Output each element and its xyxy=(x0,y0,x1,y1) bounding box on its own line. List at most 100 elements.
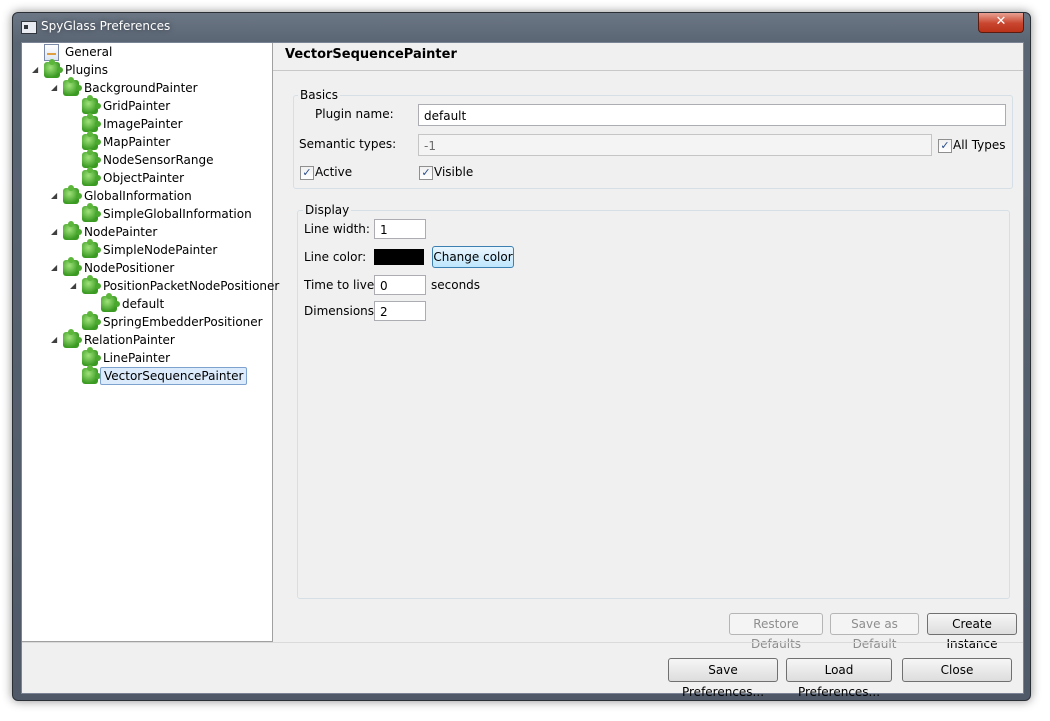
tree-item-label: SimpleGlobalInformation xyxy=(103,207,252,221)
puzzle-icon xyxy=(82,113,101,132)
tree-item[interactable]: SimpleNodePainter xyxy=(22,239,271,259)
ttl-field[interactable]: 0 xyxy=(374,275,426,295)
expand-arrow-icon[interactable]: ◢ xyxy=(70,277,78,295)
dimensions-field[interactable]: 2 xyxy=(374,301,426,321)
ttl-label: Time to live: xyxy=(304,278,379,292)
puzzle-icon xyxy=(82,203,101,222)
visible-checkbox[interactable]: ✓ xyxy=(419,166,433,180)
change-color-button[interactable]: Change color xyxy=(432,246,514,268)
tree-item-label: SpringEmbedderPositioner xyxy=(103,315,263,329)
tree-item[interactable]: SpringEmbedderPositioner xyxy=(22,311,271,331)
puzzle-icon xyxy=(63,329,82,348)
puzzle-icon xyxy=(101,293,120,312)
display-legend: Display xyxy=(303,203,352,217)
window-client-area: General ◢ Plugins ◢ BackgroundPainter GridPai… xyxy=(21,42,1024,699)
dimensions-label: Dimensions: xyxy=(304,304,379,318)
puzzle-icon xyxy=(82,275,101,294)
create-instance-button[interactable]: Create Instance xyxy=(927,613,1017,651)
tree-item[interactable]: VectorSequencePainter xyxy=(22,365,271,385)
tree-item-label: PositionPacketNodePositioner xyxy=(103,279,280,293)
all-types-checkbox[interactable]: ✓ xyxy=(938,139,952,153)
app-icon xyxy=(21,21,37,34)
tree-item-label: default xyxy=(122,297,165,311)
plugin-tree: General ◢ Plugins ◢ BackgroundPainter GridPai… xyxy=(22,43,279,642)
tree-item-label: ObjectPainter xyxy=(103,171,185,185)
expand-arrow-icon[interactable]: ◢ xyxy=(32,61,40,79)
puzzle-icon xyxy=(82,239,101,258)
puzzle-icon xyxy=(44,59,63,78)
plugin-name-label: Plugin name: xyxy=(315,107,394,121)
title-bar[interactable]: SpyGlass Preferences ✕ xyxy=(13,13,1030,42)
tree-item-label: ImagePainter xyxy=(103,117,183,131)
line-width-label: Line width: xyxy=(304,222,370,236)
tree-item[interactable]: ◢ NodePainter xyxy=(22,221,271,241)
tree-item-label: NodePainter xyxy=(84,225,158,239)
expand-arrow-icon[interactable]: ◢ xyxy=(51,187,59,205)
restore-defaults-button[interactable]: Restore Defaults xyxy=(729,613,823,651)
tree-item-label: RelationPainter xyxy=(84,333,175,347)
tree-item[interactable]: NodeSensorRange xyxy=(22,149,271,169)
ttl-unit-label: seconds xyxy=(431,278,481,292)
expand-arrow-icon[interactable]: ◢ xyxy=(51,331,59,349)
tree-item-label: LinePainter xyxy=(103,351,171,365)
close-button[interactable]: Close xyxy=(902,658,1012,682)
puzzle-icon xyxy=(82,95,101,114)
tree-item[interactable]: MapPainter xyxy=(22,131,271,151)
line-width-field[interactable]: 1 xyxy=(374,219,426,239)
puzzle-icon xyxy=(63,221,82,240)
tree-item[interactable]: ◢ BackgroundPainter xyxy=(22,77,271,97)
puzzle-icon xyxy=(63,77,82,96)
tree-item[interactable]: ◢ RelationPainter xyxy=(22,329,271,349)
puzzle-icon xyxy=(82,311,101,330)
active-label: Active xyxy=(315,165,353,179)
tree-item-label: General xyxy=(65,45,113,59)
semantic-types-field[interactable]: -1 xyxy=(418,134,932,156)
basics-legend: Basics xyxy=(298,88,341,102)
bottom-divider xyxy=(22,642,1023,643)
expand-arrow-icon[interactable]: ◢ xyxy=(51,223,59,241)
puzzle-icon xyxy=(82,347,101,366)
active-checkbox[interactable]: ✓ xyxy=(300,166,314,180)
visible-label: Visible xyxy=(434,165,474,179)
semantic-types-label: Semantic types: xyxy=(299,137,397,151)
panel-title-divider xyxy=(273,70,1023,71)
puzzle-icon xyxy=(63,185,82,204)
tree-item[interactable]: General xyxy=(22,43,271,61)
window-title: SpyGlass Preferences xyxy=(41,19,171,33)
tree-item[interactable]: ◢ NodePositioner xyxy=(22,257,271,277)
expand-arrow-icon[interactable]: ◢ xyxy=(51,79,59,97)
tree-item-label: BackgroundPainter xyxy=(84,81,198,95)
all-types-label: All Types xyxy=(953,138,1006,152)
tree-item-label: NodePositioner xyxy=(84,261,175,275)
tree-item-label: VectorSequencePainter xyxy=(100,367,248,385)
puzzle-icon xyxy=(82,131,101,150)
tree-item[interactable]: LinePainter xyxy=(22,347,271,367)
tree-item-label: GlobalInformation xyxy=(84,189,192,203)
save-preferences-button[interactable]: Save Preferences... xyxy=(668,658,778,699)
display-group xyxy=(297,210,1010,599)
puzzle-icon xyxy=(82,149,101,168)
load-preferences-button[interactable]: Load Preferences... xyxy=(786,658,892,699)
tree-item[interactable]: default xyxy=(22,293,271,313)
tree-item[interactable]: SimpleGlobalInformation xyxy=(22,203,271,223)
line-color-swatch xyxy=(374,249,424,265)
puzzle-icon xyxy=(63,257,82,276)
tree-item-label: NodeSensorRange xyxy=(103,153,214,167)
tree-item[interactable]: ObjectPainter xyxy=(22,167,271,187)
window-close-button[interactable]: ✕ xyxy=(978,13,1024,33)
plugin-name-field[interactable]: default xyxy=(418,104,1006,126)
save-as-default-button[interactable]: Save as Default xyxy=(830,613,919,651)
expand-arrow-icon[interactable]: ◢ xyxy=(51,259,59,277)
preferences-window: SpyGlass Preferences ✕ General ◢ Plugins ◢ B… xyxy=(12,12,1031,701)
tree-item-label: SimpleNodePainter xyxy=(103,243,218,257)
tree-item[interactable]: ◢ Plugins xyxy=(22,59,271,79)
tree-item[interactable]: GridPainter xyxy=(22,95,271,115)
settings-panel: VectorSequencePainter Basics Plugin name… xyxy=(273,43,1023,651)
tree-item-label: MapPainter xyxy=(103,135,171,149)
tree-item[interactable]: ImagePainter xyxy=(22,113,271,133)
tree-item-label: GridPainter xyxy=(103,99,171,113)
tree-item[interactable]: ◢ GlobalInformation xyxy=(22,185,271,205)
tree-item[interactable]: ◢ PositionPacketNodePositioner xyxy=(22,275,279,295)
puzzle-icon xyxy=(82,167,101,186)
line-color-label: Line color: xyxy=(304,250,367,264)
